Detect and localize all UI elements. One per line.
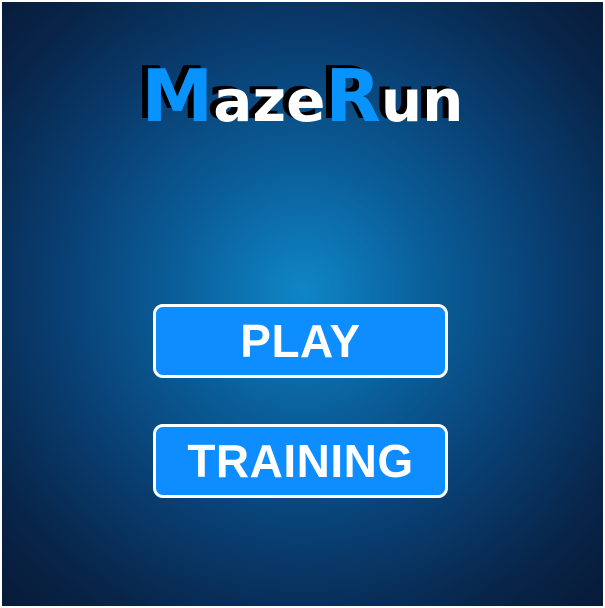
game-logo: MazeRun MazeRun [2, 57, 603, 156]
game-title-text: MazeRun [142, 60, 464, 132]
training-button[interactable]: TRAINING [153, 424, 448, 498]
game-title: MazeRun MazeRun [136, 57, 464, 132]
play-button[interactable]: PLAY [153, 304, 448, 378]
title-letter-m: M [141, 54, 214, 138]
title-letter-r: R [325, 54, 381, 138]
title-aze: aze [213, 67, 326, 135]
title-un: un [380, 67, 464, 135]
game-screen: MazeRun MazeRun PLAY TRAINING [2, 2, 603, 606]
